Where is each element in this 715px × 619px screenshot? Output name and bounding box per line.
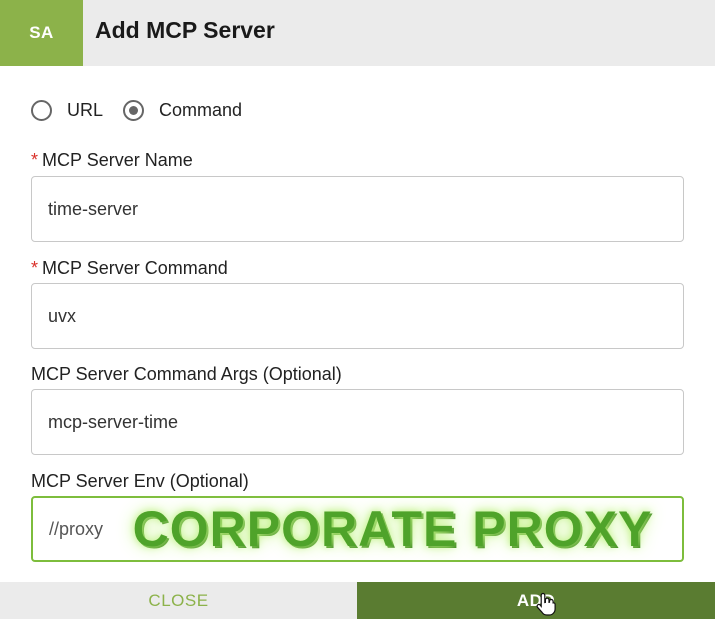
url-radio-label: URL	[67, 99, 104, 120]
server-name-value: time-server	[48, 198, 139, 219]
url-radio-button[interactable]	[31, 99, 52, 121]
required-mark: *	[31, 150, 39, 170]
server-command-input[interactable]: uvx	[31, 283, 684, 349]
server-command-value: uvx	[48, 305, 77, 326]
server-env-label: MCP Server Env (Optional)	[31, 471, 249, 491]
server-name-input[interactable]: time-server	[31, 176, 684, 242]
command-args-value: mcp-server-time	[48, 411, 179, 432]
dialog-footer: CLOSE ADD	[0, 582, 715, 619]
server-env-value: //proxy	[49, 518, 104, 539]
server-command-label: * MCP Server Command	[31, 258, 228, 279]
required-mark: *	[31, 258, 39, 278]
radio-option-command[interactable]: Command	[123, 99, 243, 121]
server-name-label-text: MCP Server Name	[42, 150, 193, 170]
command-radio-button[interactable]	[123, 99, 145, 121]
server-command-label-text: MCP Server Command	[42, 258, 228, 278]
server-name-label: * MCP Server Name	[31, 150, 193, 171]
dialog-header: SA Add MCP Server	[0, 0, 715, 66]
server-env-input[interactable]: //proxy	[31, 496, 684, 562]
hand-pointer-icon	[536, 592, 556, 616]
close-button[interactable]: CLOSE	[0, 582, 357, 619]
dialog-title: Add MCP Server	[95, 17, 275, 43]
command-radio-label: Command	[159, 99, 243, 120]
command-args-input[interactable]: mcp-server-time	[31, 389, 684, 455]
command-args-label: MCP Server Command Args (Optional)	[31, 364, 342, 384]
server-type-radio-group: URL Command	[31, 97, 262, 123]
avatar: SA	[0, 0, 83, 66]
radio-option-url[interactable]: URL	[31, 99, 104, 121]
